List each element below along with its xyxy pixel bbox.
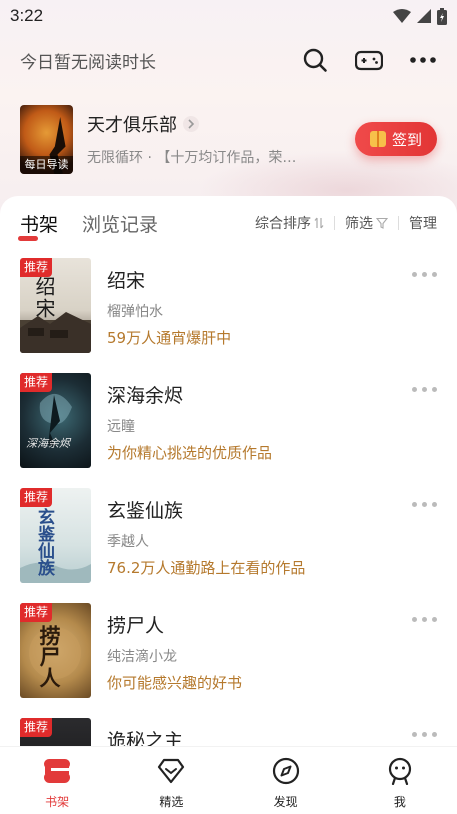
- bookshelf-icon: [41, 755, 73, 787]
- signin-button[interactable]: 签到: [355, 122, 437, 156]
- book-info: 绍宋 榴弹怕水 59万人通宵爆肝中: [107, 258, 231, 373]
- more-options-icon[interactable]: [412, 732, 437, 737]
- book-item[interactable]: 绍宋 推荐 绍宋 榴弹怕水 59万人通宵爆肝中: [0, 258, 457, 373]
- compass-icon: [270, 755, 302, 787]
- chevron-right-icon: [183, 116, 199, 132]
- recommend-badge: 推荐: [20, 718, 53, 737]
- gamepad-icon[interactable]: [355, 46, 383, 74]
- filter-label: 筛选: [345, 216, 373, 232]
- active-tab-indicator: [18, 235, 38, 241]
- sort-label: 综合排序: [255, 216, 311, 232]
- book-item[interactable]: 捞尸人 推荐 捞尸人 纯洁滴小龙 你可能感兴趣的好书: [0, 603, 457, 718]
- book-cover-text: 深海余烬: [26, 437, 70, 450]
- tool-divider: [334, 216, 335, 230]
- book-cover[interactable]: 绍宋 推荐: [20, 258, 91, 353]
- status-bar: 3:22: [0, 0, 457, 32]
- book-cover[interactable]: 捞尸人 推荐: [20, 603, 91, 698]
- book-item[interactable]: 深海余烬 推荐 深海余烬 远瞳 为你精心挑选的优质作品: [0, 373, 457, 488]
- book-item[interactable]: 玄鉴仙族 推荐 玄鉴仙族 季越人 76.2万人通勤路上在看的作品: [0, 488, 457, 603]
- wifi-icon: [393, 9, 411, 23]
- bookshelf-panel: 书架 浏览记录 综合排序 筛选 管理 绍宋 推荐 绍宋 榴弹怕水 59万人通宵爆…: [0, 196, 457, 813]
- signin-label: 签到: [391, 130, 422, 149]
- book-title: 深海余烬: [107, 385, 184, 407]
- nav-item-profile[interactable]: 我: [343, 747, 457, 814]
- club-banner[interactable]: 每日导读 天才俱乐部 无限循环 · 【十万均订作品，荣… 签到: [20, 104, 437, 174]
- bottom-nav: 书架 精选 发现 我: [0, 746, 457, 814]
- battery-icon: [437, 7, 447, 25]
- nav-item-featured[interactable]: 精选: [114, 747, 228, 814]
- book-author: 季越人: [107, 534, 149, 550]
- reading-time-label: 今日暂无阅读时长: [20, 52, 156, 73]
- recommend-badge: 推荐: [20, 373, 53, 392]
- book-info: 捞尸人 纯洁滴小龙 你可能感兴趣的好书: [107, 603, 242, 718]
- book-cover[interactable]: 玄鉴仙族 推荐: [20, 488, 91, 583]
- nav-label: 精选: [159, 795, 184, 809]
- more-icon[interactable]: [409, 46, 437, 74]
- book-cover[interactable]: 深海余烬 推荐: [20, 373, 91, 468]
- book-list: 绍宋 推荐 绍宋 榴弹怕水 59万人通宵爆肝中 深海余烬 推荐 深海余烬 远瞳 …: [0, 258, 457, 814]
- book-cover-text: 玄鉴仙族: [34, 508, 54, 576]
- tabs-row: 书架 浏览记录 综合排序 筛选 管理: [18, 208, 437, 241]
- more-options-icon[interactable]: [412, 272, 437, 277]
- gift-icon: [369, 131, 386, 147]
- tool-divider: [398, 216, 399, 230]
- book-title: 玄鉴仙族: [107, 500, 184, 522]
- book-tagline: 为你精心挑选的优质作品: [107, 444, 273, 462]
- tab-tools: 综合排序 筛选 管理: [255, 213, 437, 233]
- status-icons: [393, 7, 447, 25]
- nav-item-discover[interactable]: 发现: [229, 747, 343, 814]
- book-info: 深海余烬 远瞳 为你精心挑选的优质作品: [107, 373, 272, 488]
- book-author: 榴弹怕水: [107, 304, 163, 320]
- top-header-area: 3:22 今日暂无阅读时长 每日导读 天才俱乐部 无限循环 · 【十万均订作品，…: [0, 0, 457, 215]
- filter-icon: [376, 217, 388, 229]
- nav-label: 我: [393, 795, 406, 809]
- book-author: 远瞳: [107, 419, 135, 435]
- more-options-icon[interactable]: [412, 617, 437, 622]
- club-cover-image[interactable]: 每日导读: [20, 104, 73, 174]
- book-author: 纯洁滴小龙: [107, 649, 177, 665]
- recommend-badge: 推荐: [20, 488, 53, 507]
- nav-item-bookshelf[interactable]: 书架: [0, 747, 114, 814]
- club-title: 天才俱乐部: [87, 115, 177, 136]
- profile-icon: [384, 755, 416, 787]
- book-cover-text: 捞尸人: [37, 625, 61, 688]
- more-options-icon[interactable]: [412, 502, 437, 507]
- status-time: 3:22: [10, 6, 44, 25]
- tab-bookshelf[interactable]: 书架: [18, 210, 59, 241]
- book-info: 玄鉴仙族 季越人 76.2万人通勤路上在看的作品: [107, 488, 305, 603]
- more-options-icon[interactable]: [412, 387, 437, 392]
- club-cover-label: 每日导读: [20, 155, 73, 174]
- book-title: 绍宋: [107, 270, 146, 292]
- book-title: 捞尸人: [107, 615, 165, 637]
- nav-label: 书架: [45, 795, 70, 809]
- nav-label: 发现: [273, 795, 298, 809]
- club-title-line: 天才俱乐部: [87, 111, 327, 137]
- sort-button[interactable]: 综合排序: [255, 213, 324, 233]
- club-subtitle: 无限循环 · 【十万均订作品，荣…: [87, 150, 297, 166]
- sort-icon: [314, 217, 324, 229]
- book-tagline: 59万人通宵爆肝中: [107, 329, 232, 347]
- tab-history[interactable]: 浏览记录: [82, 210, 158, 237]
- book-tagline: 76.2万人通勤路上在看的作品: [107, 559, 306, 577]
- recommend-badge: 推荐: [20, 258, 53, 277]
- recommend-badge: 推荐: [20, 603, 53, 622]
- tab-bookshelf-label: 书架: [20, 213, 59, 236]
- club-info[interactable]: 天才俱乐部 无限循环 · 【十万均订作品，荣…: [87, 111, 327, 167]
- header-icons: [301, 46, 437, 74]
- diamond-icon: [155, 755, 187, 787]
- signal-icon: [417, 9, 431, 23]
- book-cover-text: 绍宋: [32, 276, 56, 320]
- header-row: 今日暂无阅读时长: [0, 40, 457, 80]
- search-icon[interactable]: [301, 46, 329, 74]
- manage-button[interactable]: 管理: [409, 213, 437, 233]
- book-tagline: 你可能感兴趣的好书: [107, 674, 243, 692]
- filter-button[interactable]: 筛选: [345, 213, 388, 233]
